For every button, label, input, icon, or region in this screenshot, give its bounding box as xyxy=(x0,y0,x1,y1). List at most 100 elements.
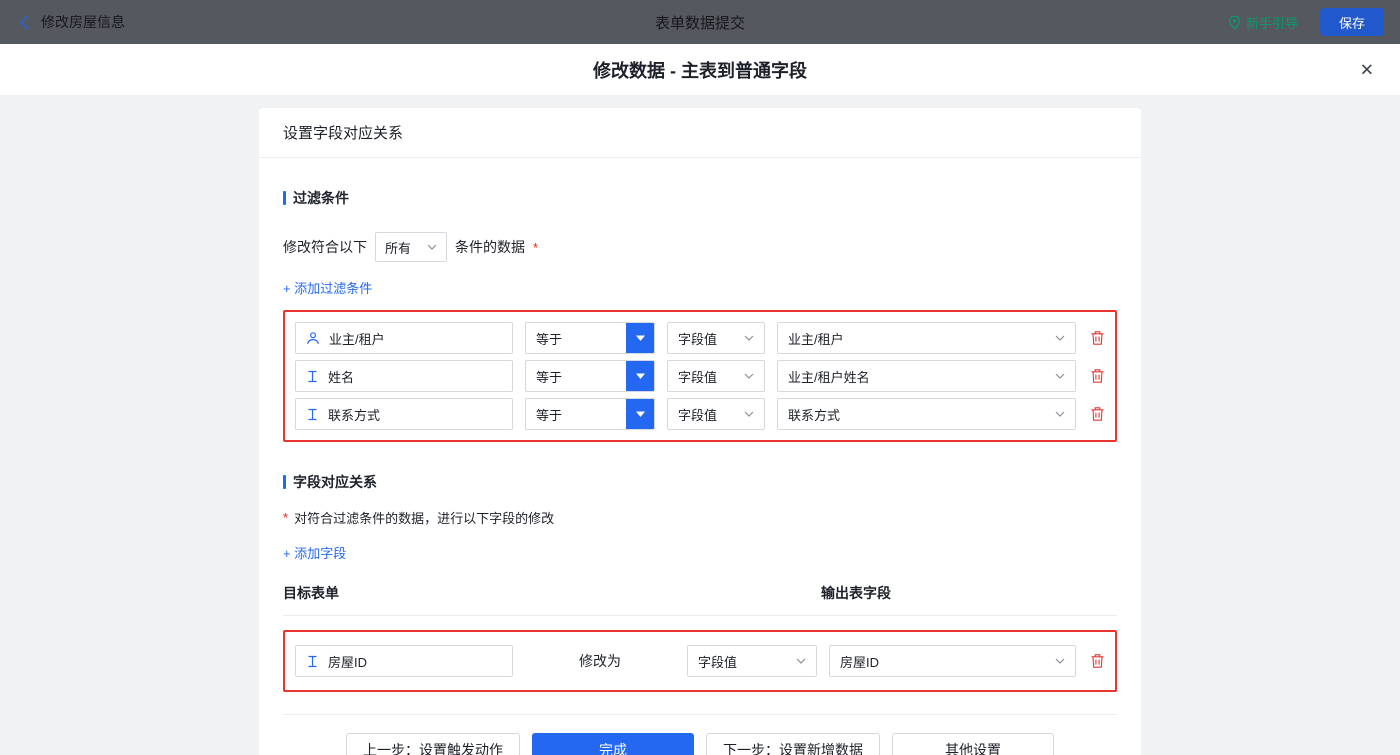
operator-select[interactable]: 等于 xyxy=(525,360,655,392)
page-title: 修改房屋信息 xyxy=(41,12,125,32)
close-icon[interactable]: ✕ xyxy=(1360,61,1374,78)
chevron-down-icon xyxy=(1055,411,1065,417)
value-select[interactable]: 业主/租户 xyxy=(777,322,1076,354)
filter-conditions-highlight-box: 业主/租户 等于 字段值 业主/ xyxy=(283,310,1117,442)
field-name: 业主/租户 xyxy=(329,329,385,348)
value-select[interactable]: 房屋ID xyxy=(829,645,1076,677)
card-title: 设置字段对应关系 xyxy=(283,122,403,143)
match-mode-value: 所有 xyxy=(385,238,411,257)
card-footer: 上一步：设置触发动作 完成 下一步：设置新增数据 其他设置 xyxy=(283,715,1117,755)
value-type-select[interactable]: 字段值 xyxy=(667,360,765,392)
other-settings-button[interactable]: 其他设置 xyxy=(892,733,1054,755)
mapping-description: * 对符合过滤条件的数据，进行以下字段的修改 xyxy=(283,508,1117,527)
value-type-select[interactable]: 字段值 xyxy=(667,398,765,430)
value-type: 字段值 xyxy=(678,329,717,348)
value-select[interactable]: 联系方式 xyxy=(777,398,1076,430)
text-field-icon xyxy=(306,408,319,421)
operator-value: 等于 xyxy=(536,367,562,386)
field-mapping-highlight-box: 房屋ID 修改为 字段值 房屋ID xyxy=(283,630,1117,692)
value-type: 字段值 xyxy=(678,405,717,424)
operator-value: 等于 xyxy=(536,329,562,348)
add-field-link[interactable]: + 添加字段 xyxy=(283,546,346,561)
field-name: 联系方式 xyxy=(328,405,380,424)
chevron-down-icon xyxy=(744,411,754,417)
delete-icon[interactable] xyxy=(1090,330,1105,346)
value-type: 字段值 xyxy=(698,652,737,671)
mapping-section-title: 字段对应关系 xyxy=(283,472,1117,492)
value-type-select[interactable]: 字段值 xyxy=(687,645,817,677)
chevron-down-icon[interactable] xyxy=(626,399,654,429)
done-button[interactable]: 完成 xyxy=(532,733,694,755)
top-bar: 修改房屋信息 表单数据提交 新手引导 保存 xyxy=(0,0,1400,44)
field-name: 姓名 xyxy=(328,367,354,386)
filter-section-label: 过滤条件 xyxy=(293,188,349,208)
chevron-down-icon[interactable] xyxy=(626,361,654,391)
modify-to-label: 修改为 xyxy=(525,651,675,671)
section-bar xyxy=(283,191,286,205)
value-select[interactable]: 业主/租户姓名 xyxy=(777,360,1076,392)
required-mark: * xyxy=(533,240,538,255)
chevron-down-icon xyxy=(1055,658,1065,664)
delete-icon[interactable] xyxy=(1090,406,1105,422)
value: 房屋ID xyxy=(840,652,879,671)
beginner-guide-link[interactable]: 新手引导 xyxy=(1228,13,1298,32)
add-filter-condition-link[interactable]: + 添加过滤条件 xyxy=(283,281,372,296)
section-bar xyxy=(283,475,286,489)
back-icon[interactable] xyxy=(16,14,33,31)
filter-condition-row: 姓名 等于 字段值 业主/租户姓 xyxy=(295,360,1105,392)
add-field-row: + 添加字段 xyxy=(283,543,1117,563)
operator-value: 等于 xyxy=(536,405,562,424)
value: 联系方式 xyxy=(788,405,840,424)
location-pin-icon xyxy=(1228,15,1241,30)
match-mode-select[interactable]: 所有 xyxy=(375,232,447,262)
value: 业主/租户姓名 xyxy=(788,367,870,386)
value-type: 字段值 xyxy=(678,367,717,386)
user-icon xyxy=(306,331,320,345)
dialog-body: 设置字段对应关系 过滤条件 修改符合以下 所有 条件的数据 * xyxy=(0,95,1400,755)
chevron-down-icon xyxy=(744,335,754,341)
condition-suffix: 条件的数据 xyxy=(455,237,525,257)
filter-condition-row: 联系方式 等于 字段值 联系方式 xyxy=(295,398,1105,430)
field-input[interactable]: 联系方式 xyxy=(295,398,513,430)
chevron-down-icon xyxy=(796,658,806,664)
settings-card: 设置字段对应关系 过滤条件 修改符合以下 所有 条件的数据 * xyxy=(259,108,1141,755)
topbar-left: 修改房屋信息 xyxy=(16,12,125,32)
text-field-icon xyxy=(306,370,319,383)
add-filter-row: + 添加过滤条件 xyxy=(283,278,1117,298)
condition-prefix: 修改符合以下 xyxy=(283,237,367,257)
delete-icon[interactable] xyxy=(1090,653,1105,669)
save-button[interactable]: 保存 xyxy=(1320,8,1384,36)
column-header-target-form: 目标表单 xyxy=(283,585,339,601)
filter-section-title: 过滤条件 xyxy=(283,188,1117,208)
next-step-button[interactable]: 下一步：设置新增数据 xyxy=(706,733,880,755)
field-input[interactable]: 房屋ID xyxy=(295,645,513,677)
mapping-table-header: 目标表单 输出表字段 xyxy=(283,583,1117,616)
chevron-down-icon xyxy=(744,373,754,379)
prev-step-button[interactable]: 上一步：设置触发动作 xyxy=(346,733,520,755)
card-body: 过滤条件 修改符合以下 所有 条件的数据 * + 添加过滤条件 xyxy=(259,158,1141,755)
dialog-header: 修改数据 - 主表到普通字段 ✕ xyxy=(0,44,1400,95)
value-type-select[interactable]: 字段值 xyxy=(667,322,765,354)
required-mark: * xyxy=(283,510,288,525)
operator-select[interactable]: 等于 xyxy=(525,398,655,430)
column-header-output-field: 输出表字段 xyxy=(821,583,891,603)
card-header: 设置字段对应关系 xyxy=(259,108,1141,158)
chevron-down-icon[interactable] xyxy=(626,323,654,353)
condition-match-line: 修改符合以下 所有 条件的数据 * xyxy=(283,232,1117,262)
chevron-down-icon xyxy=(427,244,437,250)
dialog-title: 修改数据 - 主表到普通字段 xyxy=(593,57,807,83)
flow-title: 表单数据提交 xyxy=(655,12,745,33)
field-input[interactable]: 业主/租户 xyxy=(295,322,513,354)
guide-label: 新手引导 xyxy=(1246,13,1298,32)
filter-condition-row: 业主/租户 等于 字段值 业主/ xyxy=(295,322,1105,354)
mapping-section-label: 字段对应关系 xyxy=(293,472,377,492)
delete-icon[interactable] xyxy=(1090,368,1105,384)
topbar-right: 新手引导 保存 xyxy=(1228,8,1384,36)
field-mapping-row: 房屋ID 修改为 字段值 房屋ID xyxy=(295,645,1105,677)
value: 业主/租户 xyxy=(788,329,844,348)
operator-select[interactable]: 等于 xyxy=(525,322,655,354)
chevron-down-icon xyxy=(1055,373,1065,379)
chevron-down-icon xyxy=(1055,335,1065,341)
text-field-icon xyxy=(306,655,319,668)
field-input[interactable]: 姓名 xyxy=(295,360,513,392)
